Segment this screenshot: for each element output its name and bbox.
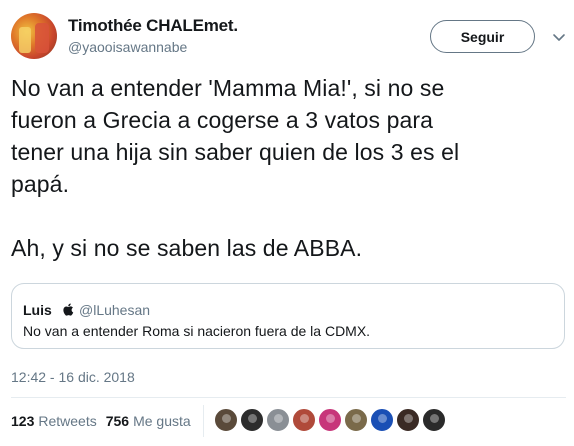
chevron-down-icon[interactable] [552, 30, 566, 44]
quoted-tweet-text: No van a entender Roma si nacieron fuera… [23, 323, 371, 339]
liker-avatar[interactable] [318, 408, 342, 432]
follow-button[interactable]: Seguir [430, 20, 535, 53]
author-display-name[interactable]: Timothée CHALEmet. [68, 16, 238, 36]
quoted-author-handle: @lLuhesan [79, 302, 151, 318]
likes-label[interactable]: Me gusta [133, 413, 191, 429]
liker-avatar[interactable] [214, 408, 238, 432]
liker-avatar[interactable] [266, 408, 290, 432]
tweet-text: No van a entender 'Mamma Mia!', si no se… [11, 75, 460, 261]
retweets-count[interactable]: 123 [11, 413, 34, 429]
liker-avatar[interactable] [370, 408, 394, 432]
liker-avatar[interactable] [344, 408, 368, 432]
liker-avatar[interactable] [396, 408, 420, 432]
quoted-author-name: Luis [23, 302, 52, 318]
tweet-stats: 123 Retweets 756 Me gusta [11, 413, 200, 429]
liker-avatar[interactable] [422, 408, 446, 432]
divider [11, 397, 566, 398]
likes-count[interactable]: 756 [106, 413, 129, 429]
apple-icon [63, 303, 74, 316]
retweets-label[interactable]: Retweets [38, 413, 96, 429]
liker-avatar[interactable] [292, 408, 316, 432]
tweet-timestamp[interactable]: 12:42 - 16 dic. 2018 [11, 369, 135, 385]
avatar-detail [19, 27, 31, 53]
avatar[interactable] [11, 13, 57, 59]
liker-avatars [214, 408, 448, 434]
quoted-tweet[interactable]: Luis @lLuhesan No van a entender Roma si… [11, 283, 565, 349]
tweet-header: Timothée CHALEmet. @yaooisawannabe Segui… [0, 0, 574, 70]
avatar-detail [35, 23, 49, 53]
stats-divider [203, 405, 204, 437]
liker-avatar[interactable] [240, 408, 264, 432]
author-handle[interactable]: @yaooisawannabe [68, 39, 187, 55]
